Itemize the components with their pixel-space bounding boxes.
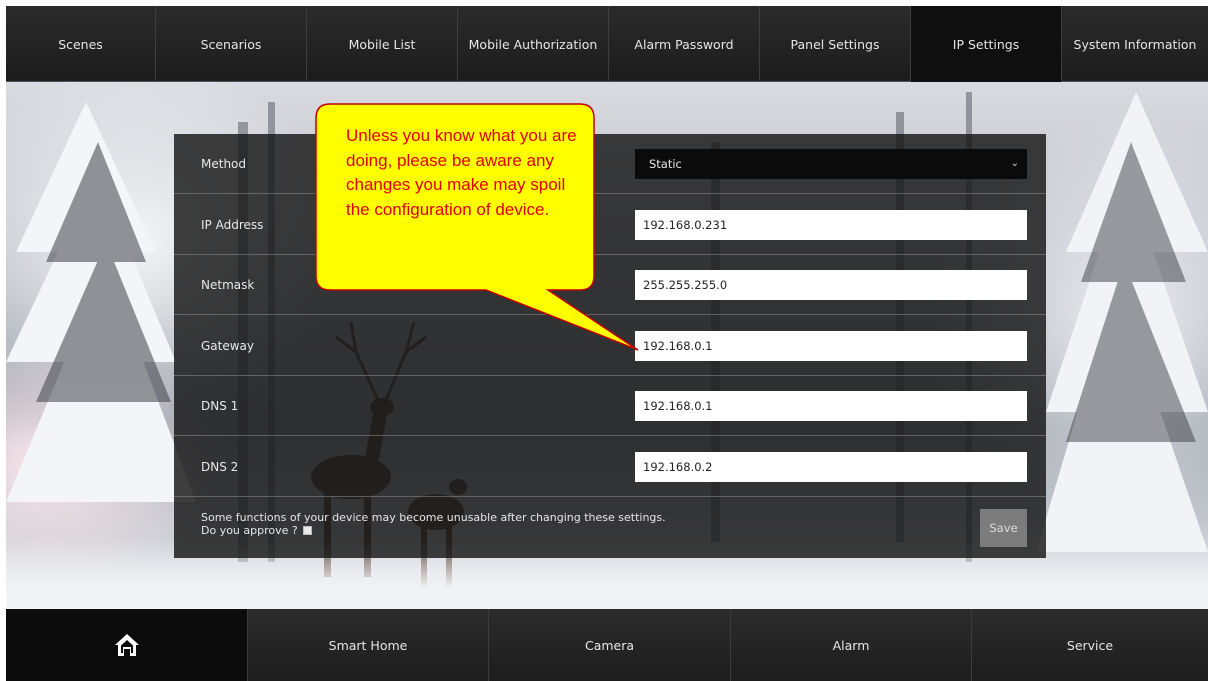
warning-text: Some functions of your device may become… (201, 511, 666, 537)
method-select[interactable]: Static ⌄ (635, 149, 1027, 179)
gateway-input[interactable]: 192.168.0.1 (635, 331, 1027, 361)
dns2-row: DNS 2 192.168.0.2 (174, 437, 1046, 497)
bottom-nav: Smart Home Camera Alarm Service (6, 609, 1208, 681)
ip-address-input[interactable]: 192.168.0.231 (635, 210, 1027, 240)
approve-row: Some functions of your device may become… (174, 498, 1046, 558)
netmask-label: Netmask (201, 278, 255, 292)
tab-panel-settings[interactable]: Panel Settings (760, 6, 911, 82)
dns2-input[interactable]: 192.168.0.2 (635, 452, 1027, 482)
app-frame: Scenes Scenarios Mobile List Mobile Auth… (6, 6, 1208, 681)
tab-scenarios[interactable]: Scenarios (156, 6, 307, 82)
nav-service[interactable]: Service (972, 609, 1208, 681)
dns1-label: DNS 1 (201, 399, 239, 413)
approve-checkbox[interactable] (303, 526, 313, 535)
tab-ip-settings[interactable]: IP Settings (911, 6, 1062, 82)
callout-text: Unless you know what you are doing, plea… (346, 126, 577, 219)
approve-question: Do you approve ? (201, 524, 298, 537)
dns1-row: DNS 1 192.168.0.1 (174, 376, 1046, 436)
dns1-input[interactable]: 192.168.0.1 (635, 391, 1027, 421)
chevron-down-icon: ⌄ (1010, 158, 1019, 169)
gateway-label: Gateway (201, 339, 255, 353)
nav-smart-home[interactable]: Smart Home (248, 609, 489, 681)
home-button[interactable] (6, 609, 248, 681)
netmask-input[interactable]: 255.255.255.0 (635, 270, 1027, 300)
method-value: Static (649, 157, 682, 171)
nav-alarm[interactable]: Alarm (731, 609, 972, 681)
home-icon (114, 634, 139, 656)
dns2-label: DNS 2 (201, 460, 239, 474)
ip-address-label: IP Address (201, 218, 264, 232)
tab-system-information[interactable]: System Information (1062, 6, 1208, 82)
save-button[interactable]: Save (980, 509, 1027, 547)
warning-line-1: Some functions of your device may become… (201, 511, 666, 524)
top-nav: Scenes Scenarios Mobile List Mobile Auth… (6, 6, 1208, 82)
tab-scenes[interactable]: Scenes (6, 6, 156, 82)
tab-alarm-password[interactable]: Alarm Password (609, 6, 760, 82)
tab-mobile-authorization[interactable]: Mobile Authorization (458, 6, 609, 82)
method-label: Method (201, 157, 247, 171)
tab-mobile-list[interactable]: Mobile List (307, 6, 458, 82)
nav-camera[interactable]: Camera (489, 609, 731, 681)
